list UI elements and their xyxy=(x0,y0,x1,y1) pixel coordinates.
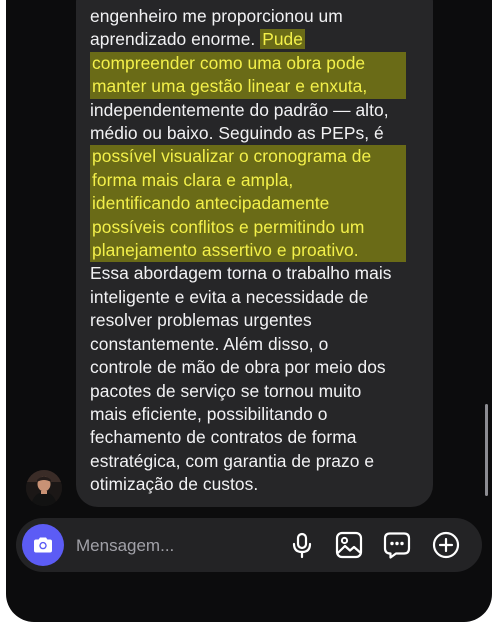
sender-avatar[interactable] xyxy=(26,470,62,506)
message-line: estratégica, com garantia de prazo e xyxy=(90,450,430,473)
highlighted-text: forma mais clara e ampla, xyxy=(90,168,406,193)
scrollbar[interactable] xyxy=(485,404,488,496)
message-line: resolver problemas urgentes xyxy=(90,309,430,332)
highlighted-text: compreender como uma obra pode xyxy=(90,51,406,76)
message-line: possíveis conflitos e permitindo um xyxy=(90,215,430,240)
message-line: planejamento assertivo e proativo. xyxy=(90,239,430,263)
message-text-segment: Essa abordagem torna o trabalho mais xyxy=(90,263,392,284)
message-line: mais eficiente, possibilitando o xyxy=(90,403,430,426)
message-line: médio ou baixo. Seguindo as PEPs, é xyxy=(90,122,430,145)
plus-circle-icon xyxy=(432,531,460,559)
message-line: inteligente e evita a necessidade de xyxy=(90,286,430,309)
message-text-segment: estratégica, com garantia de prazo e xyxy=(90,450,375,471)
message-text-segment: mais eficiente, possibilitando o xyxy=(90,403,328,424)
message-text-segment: médio ou baixo. Seguindo as PEPs, é xyxy=(90,123,384,144)
message-line: aprendizado enorme. Pude xyxy=(90,28,430,51)
message-line: forma mais clara e ampla, xyxy=(90,168,430,193)
message-input[interactable] xyxy=(74,530,268,562)
message-text-segment: inteligente e evita a necessidade de xyxy=(90,286,369,307)
message-text-segment: resolver problemas urgentes xyxy=(90,310,312,331)
message-text: engenheiro me proporcionou um aprendizad… xyxy=(90,5,430,497)
microphone-icon xyxy=(292,532,312,559)
message-line: engenheiro me proporcionou um xyxy=(90,5,430,28)
message-text-segment: pacotes de serviço se tornou muito xyxy=(90,380,362,401)
message-line: constantemente. Além disso, o xyxy=(90,333,430,356)
message-line: controle de mão de obra por meio dos xyxy=(90,356,430,379)
message-line: manter uma gestão linear e enxuta, xyxy=(90,75,430,99)
chat-sticker-icon xyxy=(383,532,411,559)
message-line: independentemente do padrão — alto, xyxy=(90,99,430,122)
message-line: possível visualizar o cronograma de xyxy=(90,145,430,169)
message-text-segment: fechamento de contratos de forma xyxy=(90,427,357,448)
message-line: identificando antecipadamente xyxy=(90,192,430,216)
message-line: Essa abordagem torna o trabalho mais xyxy=(90,262,430,285)
gallery-icon xyxy=(335,531,363,559)
sticker-button[interactable] xyxy=(381,529,413,561)
highlighted-text: possíveis conflitos e permitindo um xyxy=(90,215,406,240)
message-line: fechamento de contratos de forma xyxy=(90,426,430,449)
highlighted-text: identificando antecipadamente xyxy=(90,192,406,216)
add-button[interactable] xyxy=(430,529,462,561)
message-text-segment: independentemente do padrão — alto, xyxy=(90,99,389,120)
gallery-button[interactable] xyxy=(333,529,365,561)
camera-icon xyxy=(34,537,52,553)
highlighted-text: planejamento assertivo e proativo. xyxy=(90,239,406,263)
avatar-photo-icon xyxy=(26,470,62,506)
camera-button[interactable] xyxy=(22,524,64,566)
message-line: compreender como uma obra pode xyxy=(90,51,430,76)
highlighted-text: Pude xyxy=(260,29,306,50)
message-text-segment: engenheiro me proporcionou um xyxy=(90,6,343,26)
message-line: otimização de custos. xyxy=(90,473,430,496)
highlighted-text: manter uma gestão linear e enxuta, xyxy=(90,75,406,99)
message-text-segment: aprendizado enorme. xyxy=(90,29,261,50)
highlighted-text: possível visualizar o cronograma de xyxy=(90,145,406,169)
chat-screen: engenheiro me proporcionou um aprendizad… xyxy=(6,0,492,622)
message-text-segment: constantemente. Além disso, o xyxy=(90,333,329,354)
message-text-segment: controle de mão de obra por meio dos xyxy=(90,357,386,378)
message-line: pacotes de serviço se tornou muito xyxy=(90,380,430,403)
message-composer xyxy=(16,518,482,572)
microphone-button[interactable] xyxy=(286,529,318,561)
message-text-segment: otimização de custos. xyxy=(90,474,259,495)
